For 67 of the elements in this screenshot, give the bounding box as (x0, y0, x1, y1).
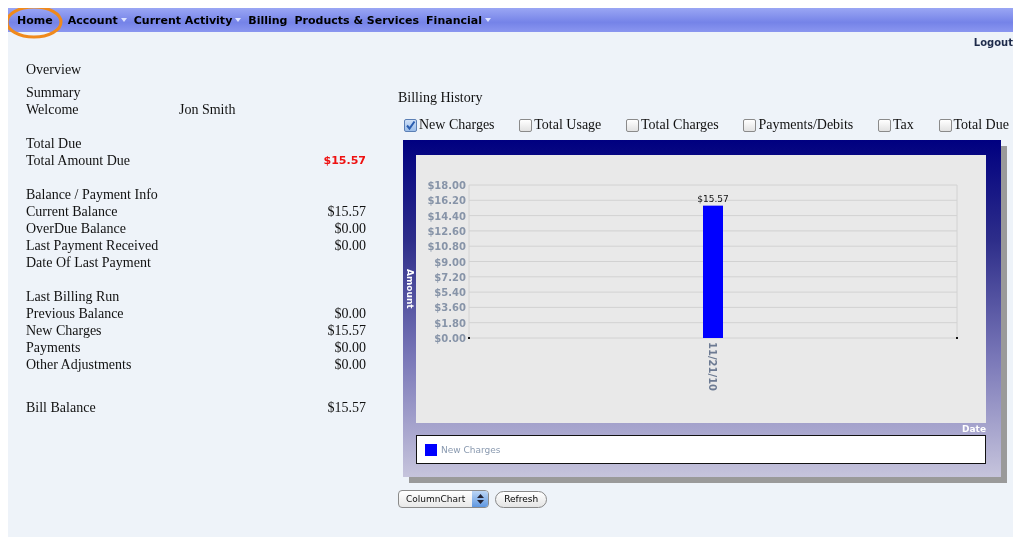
axis-tick-label: $3.60 (434, 302, 466, 314)
checkbox-label: Total Due (953, 117, 1009, 133)
axis-tick-label: $0.00 (434, 333, 466, 344)
amount-value: $0.00 (334, 220, 366, 237)
axis-title: Amount (404, 269, 415, 309)
section-title: Balance / Payment Info (26, 186, 159, 203)
field-label: Other Adjustments (26, 356, 132, 373)
refresh-button[interactable]: Refresh (495, 490, 548, 508)
checkbox-label: New Charges (419, 117, 495, 133)
field-label: Previous Balance (26, 305, 124, 322)
dropdown-caret-icon (120, 18, 127, 22)
axis-tick-label: $16.20 (427, 195, 466, 207)
amount-value: $15.57 (327, 322, 366, 339)
axis-tick-label: 11/21/10 (707, 342, 718, 392)
checkbox-label: Tax (893, 117, 914, 133)
chart-type-select[interactable]: ColumnChart (398, 490, 490, 508)
axis-tick-label: $1.80 (434, 317, 466, 329)
menu-item[interactable]: Products & Services (294, 13, 420, 27)
dropdown-caret-icon (235, 18, 242, 22)
checkbox[interactable] (938, 118, 952, 132)
axis-tick-label: $10.80 (427, 241, 466, 253)
dropdown-caret-icon (484, 18, 491, 22)
checkbox[interactable] (626, 118, 640, 132)
axis-tick-label: $18.00 (427, 180, 466, 191)
user-name: Jon Smith (179, 101, 236, 118)
checkbox-label: Total Charges (641, 117, 719, 133)
field-label: Date Of Last Payment (26, 254, 151, 271)
axis-title: Date (962, 423, 986, 435)
data-label: $15.57 (697, 193, 729, 204)
logout-link[interactable]: Logout (973, 37, 1013, 55)
section-title: Last Billing Run (26, 288, 121, 305)
section-title: Summary (26, 84, 82, 101)
axis-tick-label: $12.60 (427, 225, 466, 237)
field-label: Payments (26, 339, 81, 356)
axis-tick-label: $14.40 (427, 210, 466, 222)
menu-item[interactable]: Billing (248, 13, 288, 27)
amount-value: $0.00 (334, 305, 366, 322)
field-label: Total Amount Due (26, 152, 130, 169)
menu-item[interactable]: Account (67, 13, 127, 27)
billing-history-title: Billing History (398, 89, 484, 107)
overview-title: Overview (26, 61, 83, 79)
section-title: Total Due (26, 135, 83, 152)
amount-value: $0.00 (334, 339, 366, 356)
axis-tick-label: $9.00 (434, 256, 466, 268)
field-label: New Charges (26, 322, 102, 339)
field-label: Welcome (26, 101, 79, 118)
checkbox[interactable] (404, 118, 417, 132)
amount-value: $15.57 (323, 153, 366, 169)
amount-value: $15.57 (327, 399, 366, 416)
axis-tick-label: $7.20 (434, 271, 466, 283)
legend-label: New Charges (441, 444, 501, 455)
field-label: Bill Balance (26, 399, 96, 416)
checkbox[interactable] (878, 118, 892, 132)
field-label: Current Balance (26, 203, 118, 220)
checkbox-label: Payments/Debits (758, 117, 854, 133)
amount-value: $0.00 (334, 237, 366, 254)
checkbox[interactable] (519, 118, 533, 132)
amount-value: $0.00 (334, 356, 366, 373)
checkbox[interactable] (743, 118, 757, 132)
amount-value: $15.57 (327, 203, 366, 220)
field-label: Last Payment Received (26, 237, 159, 254)
field-label: OverDue Balance (26, 220, 126, 237)
checkbox-label: Total Usage (534, 117, 602, 133)
menu-item[interactable]: Current Activity (133, 13, 242, 27)
stepper-arrows-icon (476, 494, 484, 504)
menu-item[interactable]: Financial (426, 13, 491, 27)
axis-tick-label: $5.40 (434, 287, 466, 299)
